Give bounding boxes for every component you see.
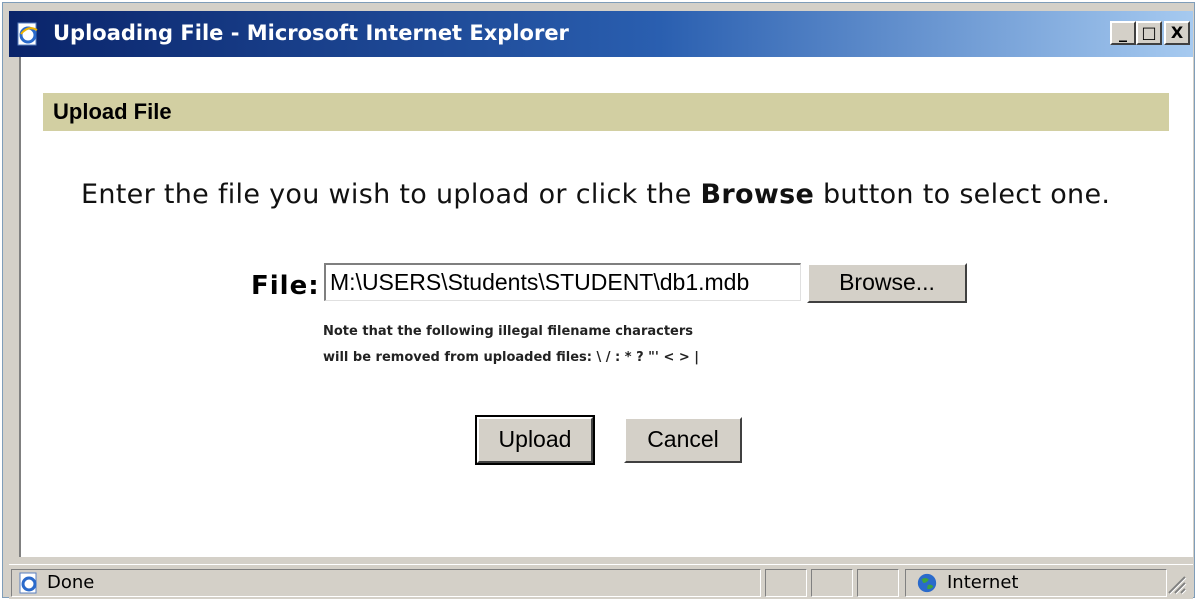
- status-cell-zone: [905, 569, 1167, 597]
- section-title: Upload File: [53, 99, 172, 124]
- instruction-text: Enter the file you wish to upload or cli…: [81, 179, 1161, 210]
- page-content: Upload File Enter the file you wish to u…: [19, 57, 1193, 557]
- minimize-button[interactable]: _: [1110, 21, 1136, 45]
- security-zone-text: Internet: [947, 572, 1019, 593]
- browser-window: Uploading File - Microsoft Internet Expl…: [2, 2, 1195, 599]
- instruction-browse-word: Browse: [700, 179, 815, 210]
- status-cell-main: [11, 569, 761, 597]
- file-field-label: File:: [251, 271, 320, 301]
- browse-button[interactable]: Browse...: [807, 263, 967, 303]
- resize-grip-icon[interactable]: [1165, 573, 1187, 595]
- illegal-characters-note: Note that the following illegal filename…: [323, 319, 699, 371]
- close-button[interactable]: X: [1164, 21, 1190, 45]
- status-bar: Done Internet: [9, 564, 1193, 599]
- status-cell-blank: [857, 569, 899, 597]
- cancel-button[interactable]: Cancel: [624, 417, 742, 463]
- note-line-2: will be removed from uploaded files: \ /…: [323, 350, 700, 365]
- title-bar[interactable]: Uploading File - Microsoft Internet Expl…: [9, 11, 1193, 57]
- file-path-input[interactable]: [324, 263, 801, 301]
- maximize-button[interactable]: □: [1136, 21, 1162, 45]
- section-header: Upload File: [43, 93, 1169, 131]
- status-cell-blank: [811, 569, 853, 597]
- globe-icon: [917, 573, 937, 593]
- status-cell-blank: [765, 569, 807, 597]
- upload-button[interactable]: Upload: [475, 415, 595, 465]
- status-text: Done: [47, 572, 95, 593]
- instruction-text-end: button to select one.: [814, 179, 1111, 210]
- instruction-text-start: Enter the file you wish to upload or cli…: [81, 179, 701, 210]
- ie-page-icon: [19, 572, 37, 594]
- window-title: Uploading File - Microsoft Internet Expl…: [53, 21, 569, 45]
- note-line-1: Note that the following illegal filename…: [323, 324, 694, 339]
- ie-page-icon: [17, 22, 38, 46]
